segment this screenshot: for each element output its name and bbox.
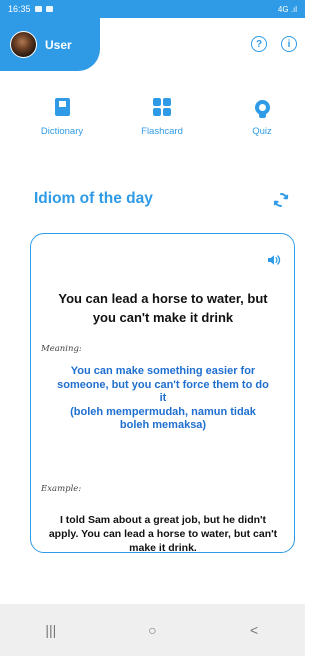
signal-indicators: 4G .ıl (278, 5, 297, 14)
signal-text: 4G .ıl (277, 4, 297, 14)
speaker-icon[interactable] (266, 252, 282, 268)
nav-dictionary-label: Dictionary (40, 126, 84, 137)
nav-dictionary[interactable]: Dictionary (22, 97, 102, 137)
nav-quiz[interactable]: Quiz (222, 97, 302, 137)
example-line: make it drink. (129, 542, 197, 554)
refresh-icon[interactable] (272, 191, 290, 209)
meaning-line: boleh memaksa) (119, 419, 207, 431)
home-button[interactable]: ○ (122, 622, 182, 638)
notification-icon (34, 6, 42, 12)
book-icon (54, 98, 70, 116)
main-nav: Dictionary Flashcard Quiz (0, 97, 305, 143)
meaning-text: You can make something easier for someon… (39, 365, 287, 433)
idiom-card: You can lead a horse to water, but you c… (30, 233, 295, 555)
system-nav-bar: ||| ○ < (0, 604, 305, 656)
question-circle-icon[interactable]: ? (251, 36, 267, 52)
nav-flashcard[interactable]: Flashcard (122, 97, 202, 137)
meaning-line: (boleh mempermudah, namun tidak (70, 405, 256, 418)
example-line: apply. You can lead a horse to water, bu… (48, 528, 278, 540)
notification-icon (45, 6, 53, 12)
back-button[interactable]: < (224, 622, 284, 638)
user-header[interactable]: User (0, 18, 100, 71)
status-time: 16:35 (8, 4, 31, 14)
example-text: I told Sam about a great job, but he did… (41, 513, 285, 555)
idiom-line: you can't make it drink (92, 310, 234, 325)
example-line: I told Sam about a great job, but he did… (59, 514, 267, 526)
bulb-icon (254, 99, 270, 118)
recents-button[interactable]: ||| (21, 622, 81, 638)
idiom-line: You can lead a horse to water, but (58, 291, 268, 306)
user-name: User (45, 37, 72, 52)
status-bar: 16:35 4G .ıl (0, 0, 305, 18)
meaning-line: You can make something easier for (70, 365, 256, 377)
info-circle-icon[interactable]: i (281, 36, 297, 52)
meaning-label: Meaning: (41, 344, 82, 354)
idiom-text: You can lead a horse to water, but you c… (43, 289, 283, 327)
nav-flashcard-label: Flashcard (141, 126, 183, 137)
meaning-line: someone, but you can't force them to do (57, 378, 269, 391)
nav-quiz-label: Quiz (252, 126, 272, 137)
meaning-line: it (159, 392, 167, 404)
section-title: Idiom of the day (34, 190, 153, 207)
example-label: Example: (41, 484, 82, 494)
grid-icon (153, 98, 171, 116)
avatar[interactable] (10, 31, 37, 58)
